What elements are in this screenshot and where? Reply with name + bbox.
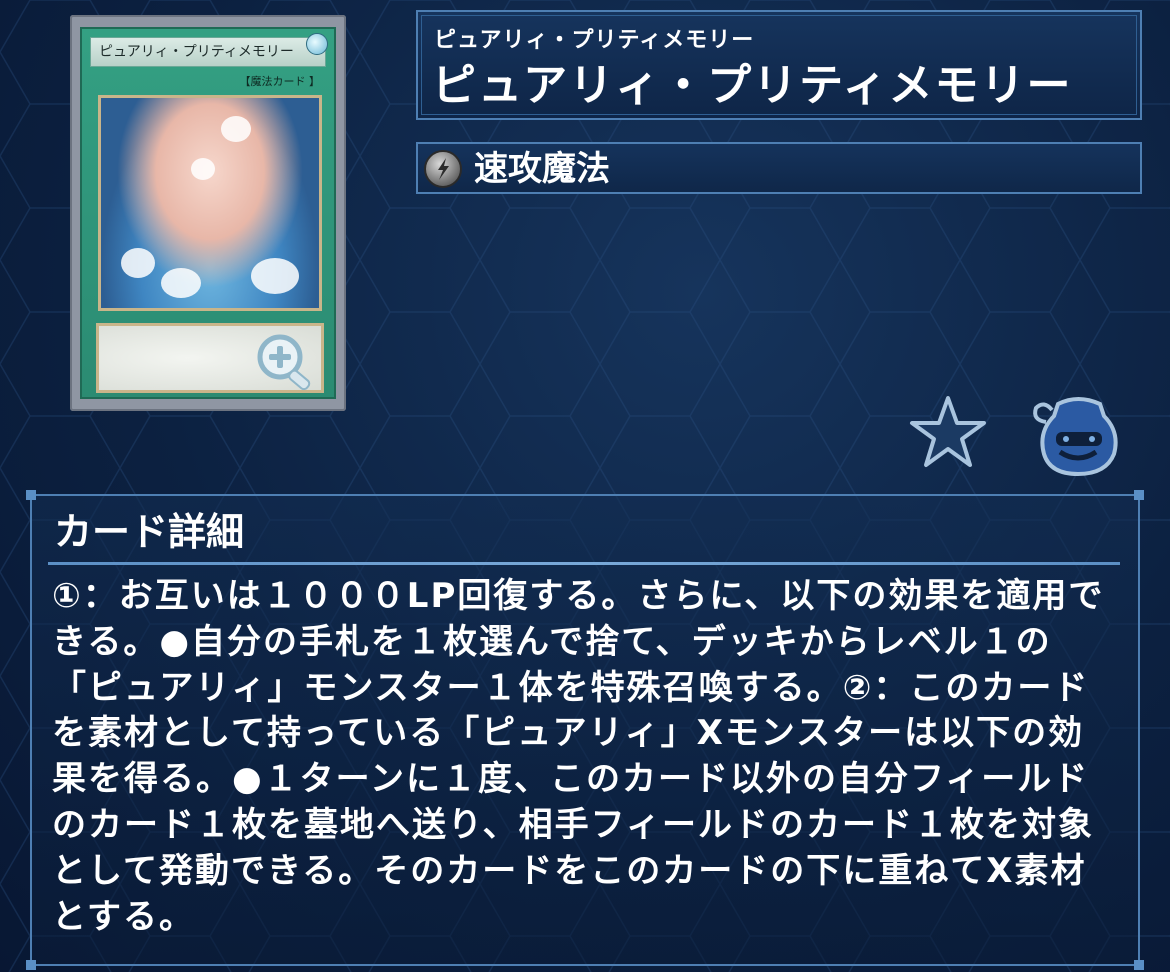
card-name-ruby: ピュアリィ・プリティメモリー bbox=[434, 28, 755, 53]
card-type-panel: 速攻魔法 bbox=[416, 142, 1142, 194]
card-image-frame: ピュアリィ・プリティメモリー 【魔法カード 】 bbox=[70, 15, 346, 411]
spell-attribute-icon bbox=[306, 33, 328, 55]
quick-play-icon bbox=[424, 150, 462, 188]
card-artwork bbox=[98, 95, 322, 311]
divider bbox=[48, 562, 1120, 565]
pot-of-greed-icon[interactable] bbox=[1030, 392, 1126, 477]
card-image-name: ピュアリィ・プリティメモリー bbox=[90, 37, 326, 67]
zoom-in-icon[interactable] bbox=[253, 331, 319, 391]
card-name-panel: ピュアリィ・プリティメモリー ピュアリィ・プリティメモリー bbox=[416, 10, 1142, 120]
card-image-type-line: 【魔法カード 】 bbox=[239, 75, 321, 88]
card-detail-title: カード詳細 bbox=[54, 510, 245, 554]
card-type-label: 速攻魔法 bbox=[474, 149, 610, 189]
card-detail-panel: カード詳細 ①：お互いは１０００LP回復する。さらに、以下の効果を適用できる。●… bbox=[26, 490, 1144, 970]
card-name: ピュアリィ・プリティメモリー bbox=[432, 60, 1073, 111]
card-effect-text: ①：お互いは１０００LP回復する。さらに、以下の効果を適用できる。●自分の手札を… bbox=[52, 576, 1105, 937]
star-icon[interactable] bbox=[908, 394, 988, 470]
